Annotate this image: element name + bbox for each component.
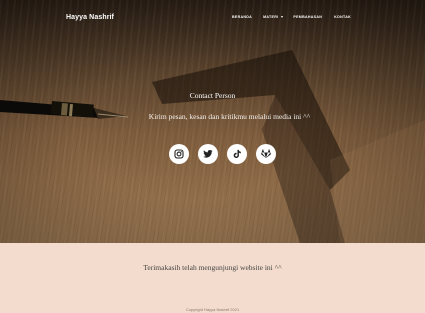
footer [0,243,425,313]
footer-thanks: Terimakasih telah mengunjungi website in… [143,263,282,272]
nav-links: BERANDA MATERI PEMBAHASAN KONTAK [232,15,351,19]
gitlab-link[interactable] [256,144,276,164]
nav-link-materi[interactable]: MATERI [263,15,284,19]
twitter-icon [203,150,213,158]
twitter-link[interactable] [198,144,218,164]
navbar: Hayya Nashrif BERANDA MATERI PEMBAHASAN … [0,0,425,36]
instagram-icon [174,149,184,159]
gitlab-icon [261,149,271,159]
nav-link-beranda[interactable]: BERANDA [232,15,252,19]
contact-title: Contact Person [189,91,236,100]
tiktok-icon [233,149,241,159]
page: Hayya Nashrif BERANDA MATERI PEMBAHASAN … [0,0,425,313]
instagram-link[interactable] [169,144,189,164]
social-links [169,144,276,164]
nav-link-materi-label: MATERI [263,15,279,19]
tiktok-link[interactable] [227,144,247,164]
brand-logo[interactable]: Hayya Nashrif [66,14,114,21]
hero-photo-shapes [0,50,425,243]
contact-subtitle: Kirim pesan, kesan dan kritikmu melalui … [148,112,311,121]
pen-illustration [0,100,129,119]
nav-link-pembahasan[interactable]: PEMBAHASAN [293,15,322,19]
footer-copyright: Copyright Hayya Nashrif 2021 [185,307,240,312]
nav-link-kontak[interactable]: KONTAK [334,15,351,19]
hero-background [0,0,425,243]
chevron-down-icon [281,16,284,18]
